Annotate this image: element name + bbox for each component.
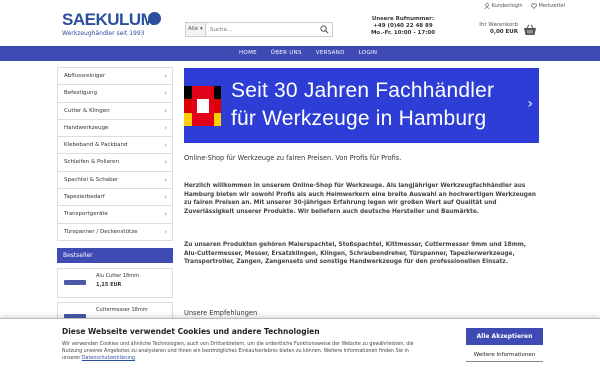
search-category-select[interactable]: Alle ▾ xyxy=(186,23,206,36)
customer-login-link[interactable]: Kundenlogin xyxy=(483,3,523,9)
privacy-policy-link[interactable]: Datenschutzerklärung xyxy=(82,356,135,361)
banner-line-1: Seit 30 Jahren Fachhändler xyxy=(231,79,495,102)
category-label: Spachtel & Schaber xyxy=(64,176,119,183)
cookie-title: Diese Webseite verwendet Cookies und and… xyxy=(62,327,320,336)
category-tapezierbedarf[interactable]: Tapezierbedarf › xyxy=(58,189,172,207)
shop-tagline: Online-Shop für Werkzeuge zu fairen Prei… xyxy=(184,154,402,162)
bestseller-price: 1,15 EUR xyxy=(96,282,122,288)
category-label: Befestigung xyxy=(64,90,97,97)
recommendations-heading: Unsere Empfehlungen xyxy=(184,309,258,317)
category-sidebar: Abflussreiniger › Befestigung › Cutter & K… xyxy=(57,67,173,241)
cookie-banner: Diese Webseite verwendet Cookies und and… xyxy=(0,318,600,375)
chevron-right-icon[interactable]: › xyxy=(527,96,533,112)
category-cutter-klingen[interactable]: Cutter & Klingen › xyxy=(58,103,172,120)
hotline-hours: Mo.-Fr. 10:00 - 17:00 xyxy=(370,30,436,36)
chevron-right-icon: › xyxy=(164,227,167,236)
category-tuerspanner[interactable]: Türspanner / Deckenstütze › xyxy=(58,224,172,241)
hotline: Unsere Rufnummer: +49 (0)40 22 48 89 Mo.… xyxy=(368,16,438,37)
category-label: Türspanner / Deckenstütze xyxy=(64,228,138,235)
category-label: Cutter & Klingen xyxy=(64,107,110,114)
category-handwerkzeuge[interactable]: Handwerkzeuge › xyxy=(58,120,172,138)
hamburg-flag-icon xyxy=(184,86,221,126)
chevron-right-icon: › xyxy=(164,141,167,150)
bestseller-name: Cuttermesser 18mm xyxy=(96,307,148,313)
category-abflussreiniger[interactable]: Abflussreiniger › xyxy=(58,68,172,86)
more-info-button[interactable]: Weitere Informationen xyxy=(466,349,543,362)
welcome-text: Herzlich willkommen in unserem Online-Sh… xyxy=(184,183,537,215)
accept-all-button[interactable]: Alle Akzeptieren xyxy=(466,328,543,345)
category-label: Tapezierbedarf xyxy=(64,194,105,201)
chevron-right-icon: › xyxy=(164,89,167,98)
category-label: Klebeband & Packband xyxy=(64,142,128,149)
basket-icon[interactable] xyxy=(523,24,537,36)
nav-home[interactable]: HOME xyxy=(232,46,264,61)
category-klebeband[interactable]: Klebeband & Packband › xyxy=(58,137,172,155)
chevron-right-icon: › xyxy=(164,72,167,80)
bestseller-name: Alu Cutter 18mm xyxy=(96,273,139,279)
category-transportgeraete[interactable]: Transportgeräte › xyxy=(58,206,172,224)
hotline-number[interactable]: +49 (0)40 22 48 89 xyxy=(368,23,438,30)
bestseller-header: Bestseller xyxy=(57,248,173,263)
chevron-right-icon: › xyxy=(164,158,167,167)
chevron-right-icon: › xyxy=(164,210,167,219)
nav-about[interactable]: ÜBER UNS xyxy=(264,46,309,61)
heart-icon xyxy=(530,3,537,9)
search-icon[interactable] xyxy=(320,25,329,34)
chevron-right-icon: › xyxy=(164,175,167,184)
wishlist-label: Merkzettel xyxy=(538,3,565,9)
category-label: Schleifen & Polieren xyxy=(64,159,119,166)
hero-banner[interactable]: Seit 30 Jahren Fachhändler für Werkzeuge… xyxy=(184,68,539,143)
category-spachtel[interactable]: Spachtel & Schaber › xyxy=(58,172,172,190)
bestseller-item[interactable]: Alu Cutter 18mm 1,15 EUR xyxy=(57,268,173,298)
top-links: Kundenlogin Merkzettel xyxy=(483,3,565,9)
search-input[interactable] xyxy=(208,23,318,36)
category-befestigung[interactable]: Befestigung › xyxy=(58,85,172,103)
search-bar: Alle ▾ xyxy=(185,22,333,37)
products-text: Zu unseren Produkten gehören Malerspacht… xyxy=(184,242,526,265)
logo[interactable]: SAEKULUM Werkzeughändler seit 1993 xyxy=(62,10,161,42)
customer-login-label: Kundenlogin xyxy=(491,3,523,9)
chevron-right-icon: › xyxy=(164,193,167,202)
chevron-right-icon: › xyxy=(164,123,167,132)
banner-line-2: für Werkzeuge in Hamburg xyxy=(231,107,487,130)
cookie-text: Wir verwenden Cookies und ähnliche Techn… xyxy=(62,342,414,361)
chevron-right-icon: › xyxy=(164,106,167,115)
nav-shipping[interactable]: VERSAND xyxy=(309,46,352,61)
wishlist-link[interactable]: Merkzettel xyxy=(530,3,565,9)
search-category-label: Alle xyxy=(188,26,199,32)
hotline-title: Unsere Rufnummer: xyxy=(371,16,435,22)
logo-subtitle: Werkzeughändler seit 1993 xyxy=(62,30,145,37)
category-label: Transportgeräte xyxy=(64,211,108,218)
logo-text: SAEKULUM xyxy=(62,10,155,29)
category-label: Abflussreiniger xyxy=(64,73,106,79)
category-schleifen[interactable]: Schleifen & Polieren › xyxy=(58,154,172,172)
logo-badge-icon xyxy=(148,12,161,25)
user-icon xyxy=(483,3,490,9)
product-thumbnail xyxy=(64,280,86,285)
header: SAEKULUM Werkzeughändler seit 1993 Alle … xyxy=(0,0,600,44)
main-nav: HOME ÜBER UNS VERSAND LOGIN xyxy=(0,46,600,61)
category-label: Handwerkzeuge xyxy=(64,124,109,131)
nav-login[interactable]: LOGIN xyxy=(352,46,385,61)
